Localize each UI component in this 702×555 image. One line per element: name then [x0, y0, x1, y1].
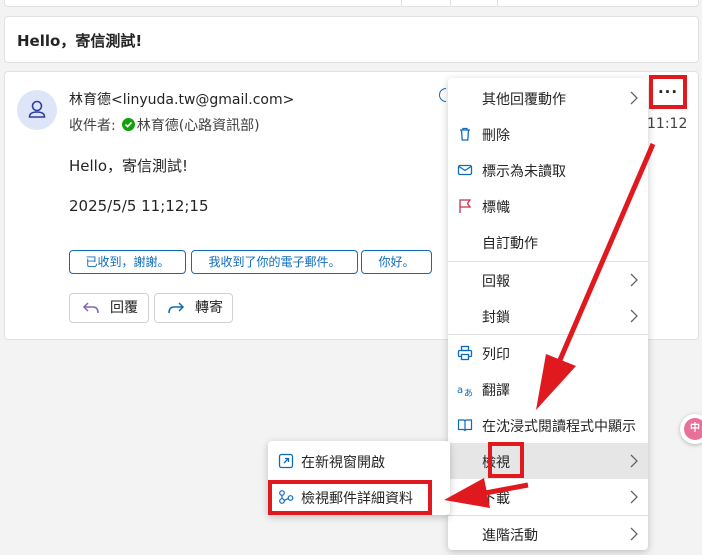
annotation-arrow [479, 482, 529, 497]
badge-label: 中 [684, 418, 702, 440]
annotation-arrowhead [536, 354, 576, 410]
annotation-arrow [557, 143, 656, 361]
annotation-arrowhead [444, 478, 490, 508]
annotation-arrows [444, 143, 656, 508]
floating-assistant-badge[interactable]: 中 [680, 414, 702, 444]
